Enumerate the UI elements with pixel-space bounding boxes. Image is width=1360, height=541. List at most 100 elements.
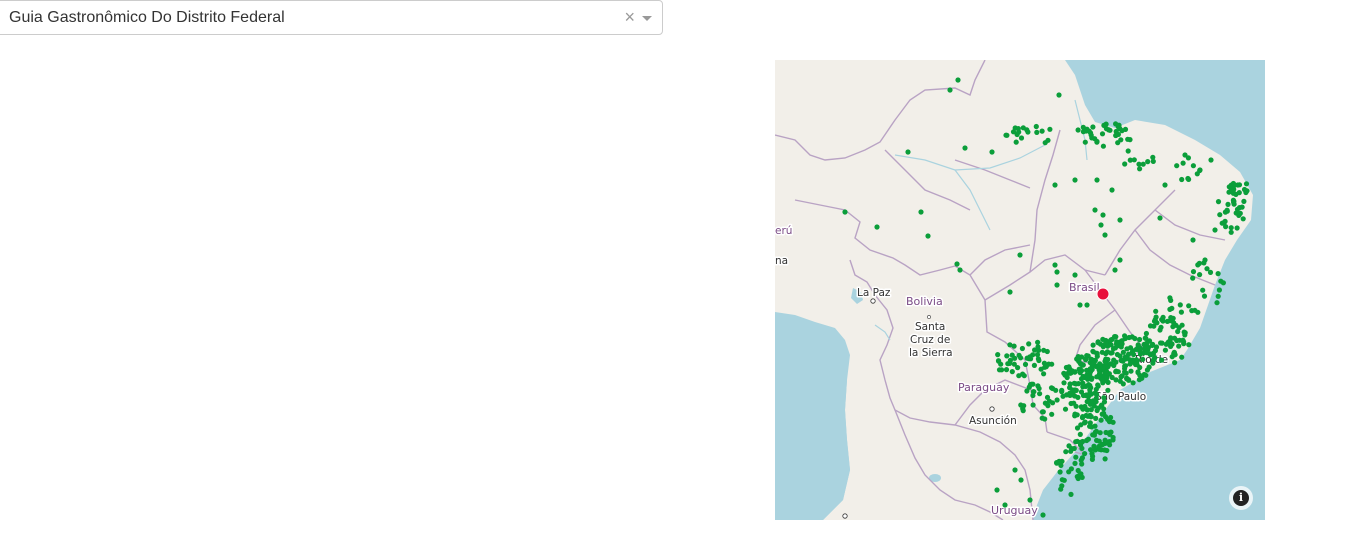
restaurant-point[interactable] <box>1072 393 1078 399</box>
restaurant-point[interactable] <box>1117 217 1123 223</box>
restaurant-point[interactable] <box>1049 411 1055 417</box>
restaurant-point[interactable] <box>1018 477 1024 483</box>
restaurant-point[interactable] <box>1130 348 1136 354</box>
restaurant-point[interactable] <box>1017 252 1023 258</box>
restaurant-point[interactable] <box>1108 342 1114 348</box>
restaurant-point[interactable] <box>1160 318 1166 324</box>
restaurant-point[interactable] <box>1062 406 1069 412</box>
restaurant-point[interactable] <box>1039 415 1045 421</box>
restaurant-point[interactable] <box>1024 388 1030 394</box>
restaurant-point[interactable] <box>1018 355 1024 361</box>
restaurant-point[interactable] <box>1084 399 1090 405</box>
restaurant-point[interactable] <box>1031 362 1037 368</box>
restaurant-point[interactable] <box>1035 344 1041 350</box>
restaurant-point[interactable] <box>1217 212 1223 218</box>
restaurant-point[interactable] <box>1075 354 1081 360</box>
restaurant-point[interactable] <box>1047 126 1053 132</box>
restaurant-point[interactable] <box>1057 469 1063 475</box>
restaurant-point[interactable] <box>1003 367 1010 373</box>
restaurant-point[interactable] <box>1075 127 1081 133</box>
restaurant-point[interactable] <box>1045 137 1051 143</box>
restaurant-point[interactable] <box>1061 370 1067 376</box>
restaurant-point[interactable] <box>1105 364 1111 370</box>
restaurant-point[interactable] <box>1150 351 1156 357</box>
restaurant-point[interactable] <box>1035 383 1041 389</box>
restaurant-point[interactable] <box>1079 461 1085 467</box>
restaurant-point[interactable] <box>1204 266 1210 272</box>
restaurant-point[interactable] <box>1072 272 1078 278</box>
restaurant-point[interactable] <box>1044 394 1051 400</box>
restaurant-point[interactable] <box>1035 339 1041 345</box>
restaurant-point[interactable] <box>1175 328 1181 335</box>
restaurant-point[interactable] <box>1124 376 1130 382</box>
restaurant-point[interactable] <box>1074 425 1081 431</box>
restaurant-point[interactable] <box>1090 124 1096 130</box>
restaurant-point[interactable] <box>925 233 931 239</box>
restaurant-point[interactable] <box>1063 449 1069 455</box>
restaurant-point[interactable] <box>1120 349 1126 355</box>
restaurant-point[interactable] <box>1022 361 1029 367</box>
restaurant-point[interactable] <box>1234 225 1240 231</box>
restaurant-point[interactable] <box>1153 308 1159 314</box>
restaurant-point[interactable] <box>955 77 961 83</box>
restaurant-point[interactable] <box>1195 309 1201 315</box>
restaurant-point[interactable] <box>1034 129 1040 135</box>
restaurant-point[interactable] <box>1044 348 1050 355</box>
restaurant-point[interactable] <box>1176 343 1182 349</box>
restaurant-point[interactable] <box>1094 391 1100 398</box>
restaurant-point[interactable] <box>1050 400 1056 406</box>
restaurant-point[interactable] <box>1041 371 1047 377</box>
restaurant-point[interactable] <box>1020 408 1026 414</box>
restaurant-point[interactable] <box>1084 372 1090 378</box>
restaurant-point[interactable] <box>1103 340 1109 346</box>
restaurant-point[interactable] <box>905 149 911 155</box>
restaurant-point[interactable] <box>1144 350 1150 356</box>
restaurant-point[interactable] <box>1085 436 1091 442</box>
restaurant-point[interactable] <box>1130 357 1136 363</box>
clear-icon[interactable]: × <box>624 7 635 27</box>
restaurant-point[interactable] <box>1120 357 1126 363</box>
restaurant-point[interactable] <box>1089 456 1095 462</box>
restaurant-point[interactable] <box>1105 416 1111 422</box>
restaurant-point[interactable] <box>1096 446 1103 452</box>
restaurant-point[interactable] <box>1101 410 1107 416</box>
restaurant-point[interactable] <box>1167 295 1173 301</box>
restaurant-point[interactable] <box>1056 458 1062 464</box>
restaurant-point[interactable] <box>1048 385 1055 391</box>
restaurant-point[interactable] <box>1224 207 1230 213</box>
restaurant-point[interactable] <box>1072 177 1078 183</box>
attribution-button[interactable]: i <box>1229 486 1253 510</box>
restaurant-point[interactable] <box>1112 267 1118 273</box>
restaurant-point[interactable] <box>1128 368 1134 374</box>
restaurant-point[interactable] <box>1208 157 1214 163</box>
restaurant-point[interactable] <box>989 149 995 155</box>
restaurant-point[interactable] <box>1083 356 1089 362</box>
restaurant-point[interactable] <box>1091 432 1097 438</box>
restaurant-point[interactable] <box>1162 182 1168 188</box>
restaurant-point[interactable] <box>1113 377 1119 383</box>
restaurant-point[interactable] <box>1137 351 1144 357</box>
restaurant-point[interactable] <box>1033 123 1039 130</box>
restaurant-point[interactable] <box>1157 327 1163 333</box>
restaurant-point[interactable] <box>1237 210 1243 216</box>
restaurant-point[interactable] <box>1064 374 1070 381</box>
restaurant-point[interactable] <box>1144 367 1150 373</box>
restaurant-point[interactable] <box>1102 456 1108 462</box>
restaurant-point[interactable] <box>1107 127 1113 133</box>
restaurant-point[interactable] <box>1118 374 1124 380</box>
restaurant-point[interactable] <box>957 267 963 273</box>
restaurant-point[interactable] <box>1103 121 1109 127</box>
restaurant-point[interactable] <box>1080 362 1086 368</box>
restaurant-point[interactable] <box>1002 502 1008 508</box>
restaurant-point[interactable] <box>1190 163 1196 169</box>
restaurant-point[interactable] <box>1073 454 1079 460</box>
restaurant-point[interactable] <box>1045 403 1051 409</box>
restaurant-point[interactable] <box>1085 394 1091 400</box>
restaurant-point[interactable] <box>1004 132 1010 138</box>
restaurant-point[interactable] <box>1120 381 1126 387</box>
restaurant-point[interactable] <box>1072 387 1078 393</box>
restaurant-point[interactable] <box>1060 393 1066 399</box>
restaurant-point[interactable] <box>1089 424 1095 430</box>
restaurant-point[interactable] <box>1030 402 1036 408</box>
restaurant-point[interactable] <box>1179 354 1185 360</box>
